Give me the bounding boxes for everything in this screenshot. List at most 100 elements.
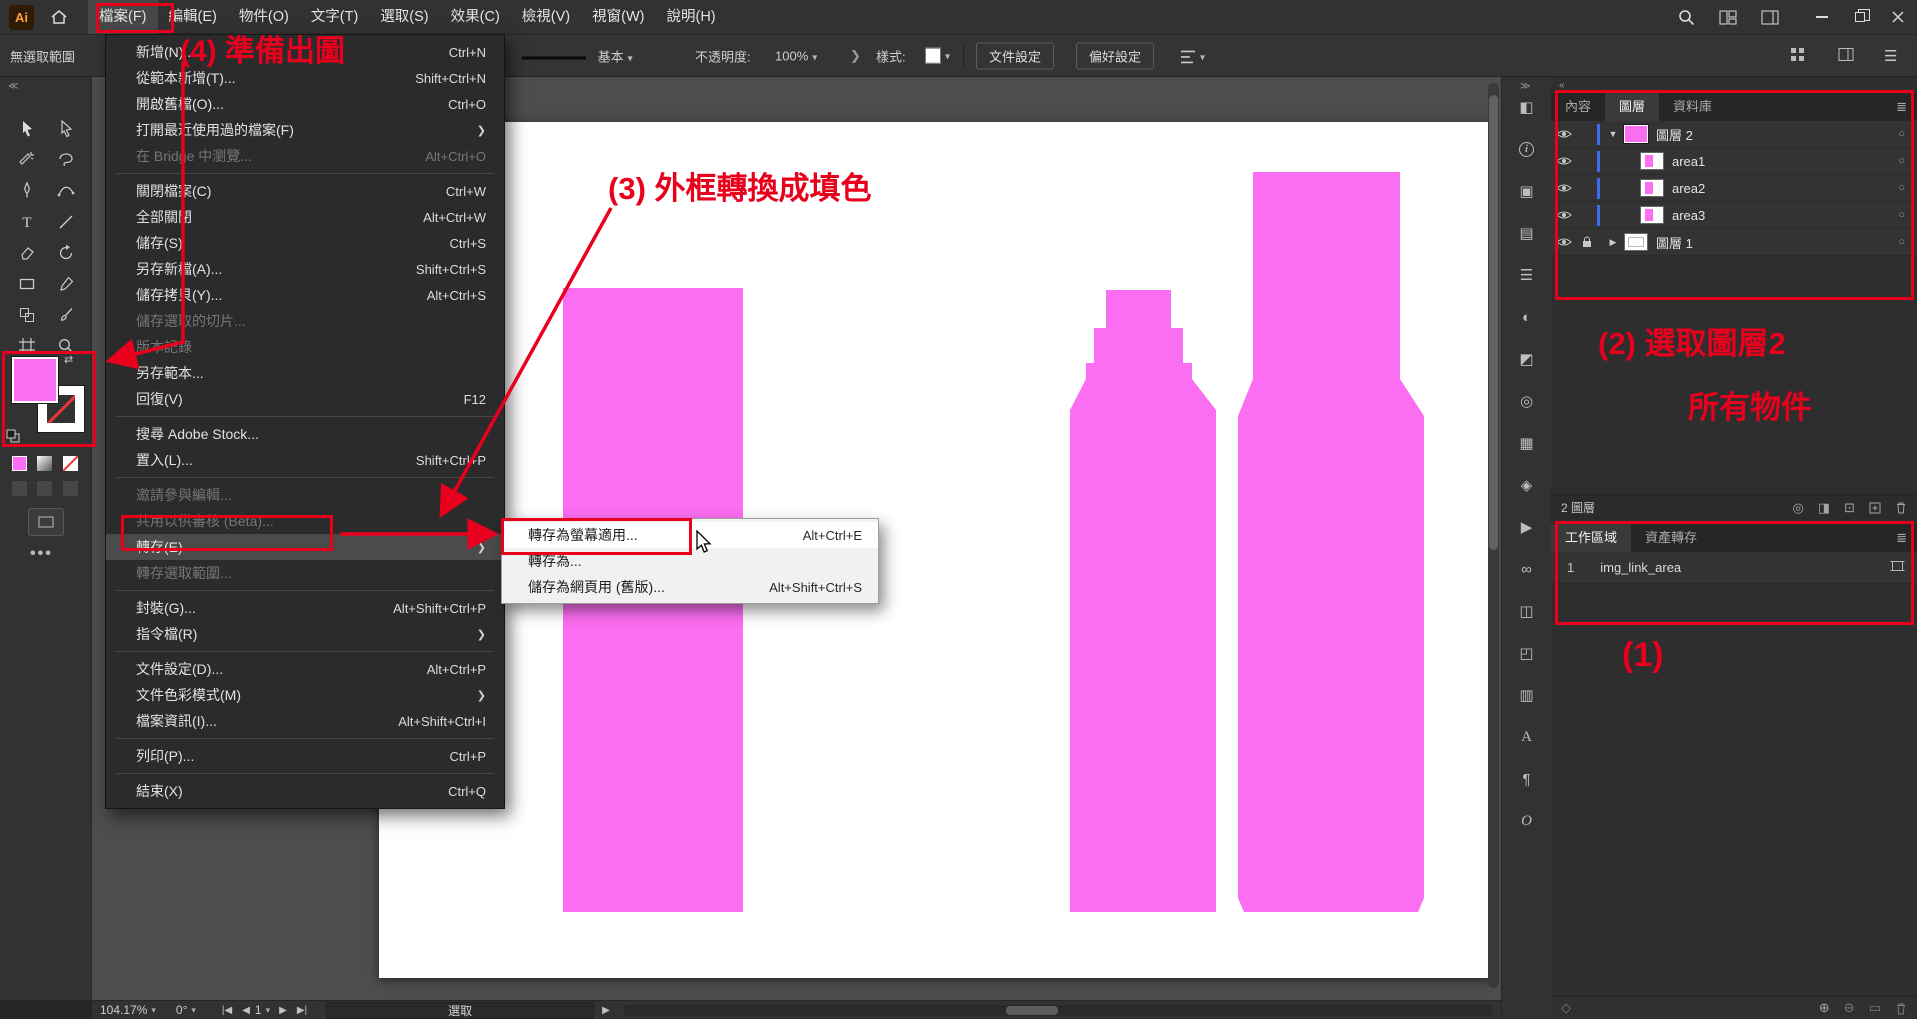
- collapse-toolbar-icon[interactable]: ≪: [8, 81, 18, 92]
- arrange-documents-icon[interactable]: [1719, 10, 1737, 25]
- menu-type[interactable]: 文字(T): [300, 0, 370, 34]
- menu-item-save[interactable]: 儲存(S)Ctrl+S: [106, 230, 504, 256]
- reorder-up-icon[interactable]: ⊕: [1819, 1000, 1830, 1016]
- target-circle-icon[interactable]: ○: [1898, 128, 1905, 140]
- asset-export-icon[interactable]: ◰: [1519, 645, 1533, 661]
- change-screen-mode-button[interactable]: [28, 508, 64, 536]
- tab-libraries[interactable]: 資料庫: [1659, 93, 1726, 121]
- tab-properties[interactable]: 內容: [1551, 93, 1605, 121]
- minimize-button[interactable]: [1803, 0, 1841, 34]
- symbols-icon[interactable]: ◈: [1521, 477, 1533, 493]
- menu-item-file-info[interactable]: 檔案資訊(I)...Alt+Shift+Ctrl+I: [106, 708, 504, 734]
- submenu-item-save-for-web[interactable]: 儲存為網頁用 (舊版)...Alt+Shift+Ctrl+S: [502, 574, 878, 600]
- edit-toolbar-ellipsis-icon[interactable]: •••: [30, 545, 53, 563]
- menu-item-new-from-template[interactable]: 從範本新增(T)...Shift+Ctrl+N: [106, 65, 504, 91]
- artboard-icon[interactable]: [1890, 560, 1905, 575]
- workspace-switcher-icon[interactable]: [1761, 10, 1779, 25]
- menu-object[interactable]: 物件(O): [228, 0, 300, 34]
- menu-file[interactable]: 檔案(F): [88, 0, 158, 34]
- status-expand-icon[interactable]: ▶: [602, 1005, 610, 1016]
- bottle-shape-large[interactable]: [1238, 172, 1424, 912]
- menu-item-place[interactable]: 置入(L)...Shift+Ctrl+P: [106, 447, 504, 473]
- color-mode-icon[interactable]: [12, 456, 27, 471]
- locate-object-icon[interactable]: ◎: [1792, 500, 1803, 516]
- tab-artboards[interactable]: 工作區域: [1551, 524, 1631, 552]
- appearance-icon[interactable]: ◎: [1520, 393, 1533, 409]
- object-name[interactable]: area1: [1672, 154, 1705, 169]
- menu-item-new[interactable]: 新增(N)...Ctrl+N: [106, 39, 504, 65]
- stroke-icon[interactable]: ☰: [1520, 267, 1533, 283]
- make-mask-icon[interactable]: ◨: [1818, 500, 1830, 516]
- fill-color-swatch[interactable]: [12, 357, 58, 403]
- selection-tool[interactable]: [7, 113, 46, 144]
- expand-panels-icon[interactable]: ≫: [1520, 81, 1530, 92]
- draw-behind-icon[interactable]: [37, 481, 52, 496]
- chevron-right-icon[interactable]: ▶: [1606, 237, 1620, 248]
- chevron-right-icon[interactable]: ❯: [850, 48, 861, 64]
- layer-thumbnail[interactable]: [1624, 125, 1648, 143]
- opentype-icon[interactable]: O: [1521, 813, 1532, 829]
- panel-dock-icon[interactable]: [1838, 47, 1854, 64]
- paragraph-icon[interactable]: ¶: [1522, 771, 1530, 787]
- object-thumbnail[interactable]: [1640, 179, 1664, 197]
- menu-item-package[interactable]: 封裝(G)...Alt+Shift+Ctrl+P: [106, 595, 504, 621]
- menu-item-save-a-copy[interactable]: 儲存拷貝(Y)...Alt+Ctrl+S: [106, 282, 504, 308]
- home-icon[interactable]: [50, 9, 68, 25]
- reorder-down-icon[interactable]: ⊖: [1844, 1000, 1855, 1016]
- target-circle-icon[interactable]: ○: [1898, 182, 1905, 194]
- visibility-eye-icon[interactable]: [1551, 156, 1577, 166]
- type-tool[interactable]: T: [7, 206, 46, 237]
- actions-icon[interactable]: ▶: [1521, 519, 1533, 535]
- document-info-icon[interactable]: ▤: [1519, 225, 1533, 241]
- prev-artboard-icon[interactable]: ◀: [242, 1005, 250, 1016]
- info-icon[interactable]: i: [1519, 141, 1534, 157]
- menu-item-save-as-template[interactable]: 另存範本...: [106, 360, 504, 386]
- restore-button[interactable]: [1841, 0, 1879, 34]
- menu-effect[interactable]: 效果(C): [440, 0, 511, 34]
- image-trace-icon[interactable]: ◫: [1519, 603, 1533, 619]
- lock-icon[interactable]: [1577, 236, 1597, 248]
- pen-tool[interactable]: [7, 175, 46, 206]
- gradient-mode-icon[interactable]: [37, 456, 52, 471]
- character-icon[interactable]: A: [1521, 729, 1532, 745]
- style-swatch-dropdown[interactable]: ▾: [925, 47, 950, 64]
- stroke-style-dropdown[interactable]: 基本▾: [522, 46, 633, 65]
- collapse-panels-icon[interactable]: «: [1559, 80, 1565, 91]
- default-fill-stroke-icon[interactable]: [6, 429, 20, 448]
- swatches-icon[interactable]: ▦: [1519, 435, 1533, 451]
- menu-select[interactable]: 選取(S): [369, 0, 439, 34]
- menu-item-close[interactable]: 關閉檔案(C)Ctrl+W: [106, 178, 504, 204]
- links-icon[interactable]: ∞: [1521, 561, 1532, 577]
- last-artboard-icon[interactable]: ▶|: [297, 1005, 307, 1016]
- horizontal-scrollbar[interactable]: [623, 1005, 1493, 1016]
- search-icon[interactable]: [1678, 9, 1695, 26]
- menu-edit[interactable]: 編輯(E): [158, 0, 228, 34]
- menu-item-document-setup[interactable]: 文件設定(D)...Alt+Ctrl+P: [106, 656, 504, 682]
- menu-item-export[interactable]: 轉存(E)❯: [106, 534, 504, 560]
- direct-selection-tool[interactable]: [46, 113, 85, 144]
- new-layer-icon[interactable]: [1869, 502, 1881, 514]
- grid-view-icon[interactable]: [1790, 47, 1805, 65]
- menu-item-scripts[interactable]: 指令檔(R)❯: [106, 621, 504, 647]
- object-thumbnail[interactable]: [1640, 152, 1664, 170]
- target-circle-icon[interactable]: ○: [1898, 209, 1905, 221]
- next-artboard-icon[interactable]: ▶: [279, 1005, 287, 1016]
- layer-row-layer2[interactable]: ▼ 圖層 2 ○: [1551, 121, 1917, 148]
- opacity-dropdown[interactable]: 100%▾: [775, 48, 817, 63]
- lasso-tool[interactable]: [46, 144, 85, 175]
- object-name[interactable]: area2: [1672, 181, 1705, 196]
- menu-view[interactable]: 檢視(V): [511, 0, 581, 34]
- submenu-item-export-as[interactable]: 轉存為...: [502, 548, 878, 574]
- visibility-eye-icon[interactable]: [1551, 210, 1577, 220]
- preferences-button[interactable]: 偏好設定: [1076, 42, 1154, 69]
- visibility-eye-icon[interactable]: [1551, 183, 1577, 193]
- align-dropdown[interactable]: ▾: [1180, 48, 1205, 63]
- properties-icon[interactable]: ◧: [1519, 99, 1533, 115]
- horizontal-scrollbar-thumb[interactable]: [1006, 1006, 1058, 1015]
- layer-thumbnail[interactable]: [1624, 233, 1648, 251]
- layer-row-area1[interactable]: ▼ area1 ○: [1551, 148, 1917, 175]
- none-mode-icon[interactable]: [63, 456, 78, 471]
- transparency-icon[interactable]: ◩: [1519, 351, 1533, 367]
- shape-builder-tool[interactable]: [7, 299, 46, 330]
- first-artboard-icon[interactable]: |◀: [222, 1005, 232, 1016]
